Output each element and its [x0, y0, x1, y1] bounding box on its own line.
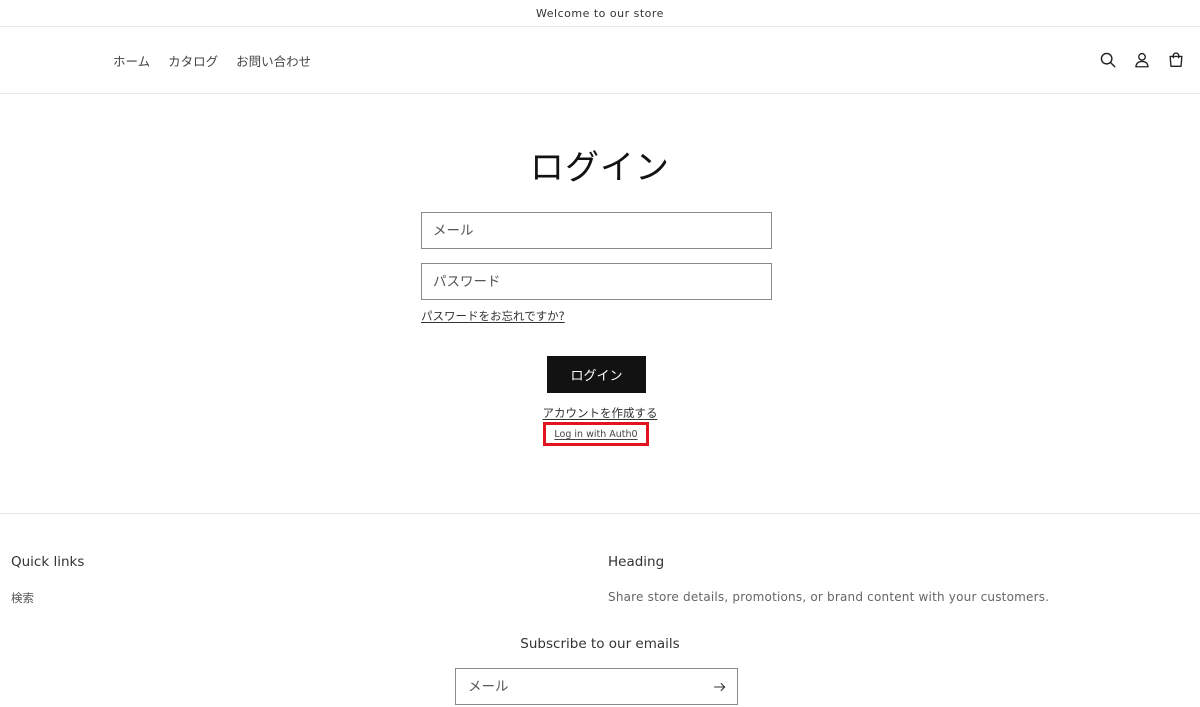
subscribe-email-field[interactable] [456, 669, 696, 704]
password-field[interactable] [421, 263, 772, 300]
header-icons [1098, 27, 1186, 93]
footer-heading-text: Share store details, promotions, or bran… [608, 590, 1050, 604]
forgot-password-link[interactable]: パスワードをお忘れですか? [421, 308, 565, 324]
announcement-text: Welcome to our store [536, 6, 664, 20]
nav-item-catalog[interactable]: カタログ [159, 51, 227, 70]
login-button[interactable]: ログイン [547, 356, 646, 393]
create-account-link[interactable]: アカウントを作成する [543, 406, 658, 420]
site-footer: Quick links 検索 Heading Share store detai… [0, 513, 1200, 707]
account-icon[interactable] [1132, 50, 1152, 70]
footer-link-search[interactable]: 検索 [11, 590, 34, 606]
nav-item-contact[interactable]: お問い合わせ [227, 51, 320, 70]
cart-icon[interactable] [1166, 50, 1186, 70]
announcement-bar: Welcome to our store [0, 0, 1200, 27]
footer-heading: Heading [608, 554, 665, 570]
search-icon[interactable] [1098, 50, 1118, 70]
subscribe-form [455, 668, 738, 705]
page-title: ログイン [530, 148, 670, 188]
auth0-login-link[interactable]: Log in with Auth0 [554, 429, 637, 440]
email-field[interactable] [421, 212, 772, 249]
subscribe-title: Subscribe to our emails [520, 636, 680, 652]
main-nav: ホーム カタログ お問い合わせ [104, 27, 320, 93]
arrow-right-icon[interactable] [711, 678, 729, 696]
auth0-highlight-box: Log in with Auth0 [543, 422, 649, 446]
nav-item-home[interactable]: ホーム [104, 51, 159, 70]
site-header: ホーム カタログ お問い合わせ [0, 27, 1200, 94]
quick-links-title: Quick links [11, 554, 85, 570]
create-account-row: アカウントを作成する [0, 405, 1200, 421]
